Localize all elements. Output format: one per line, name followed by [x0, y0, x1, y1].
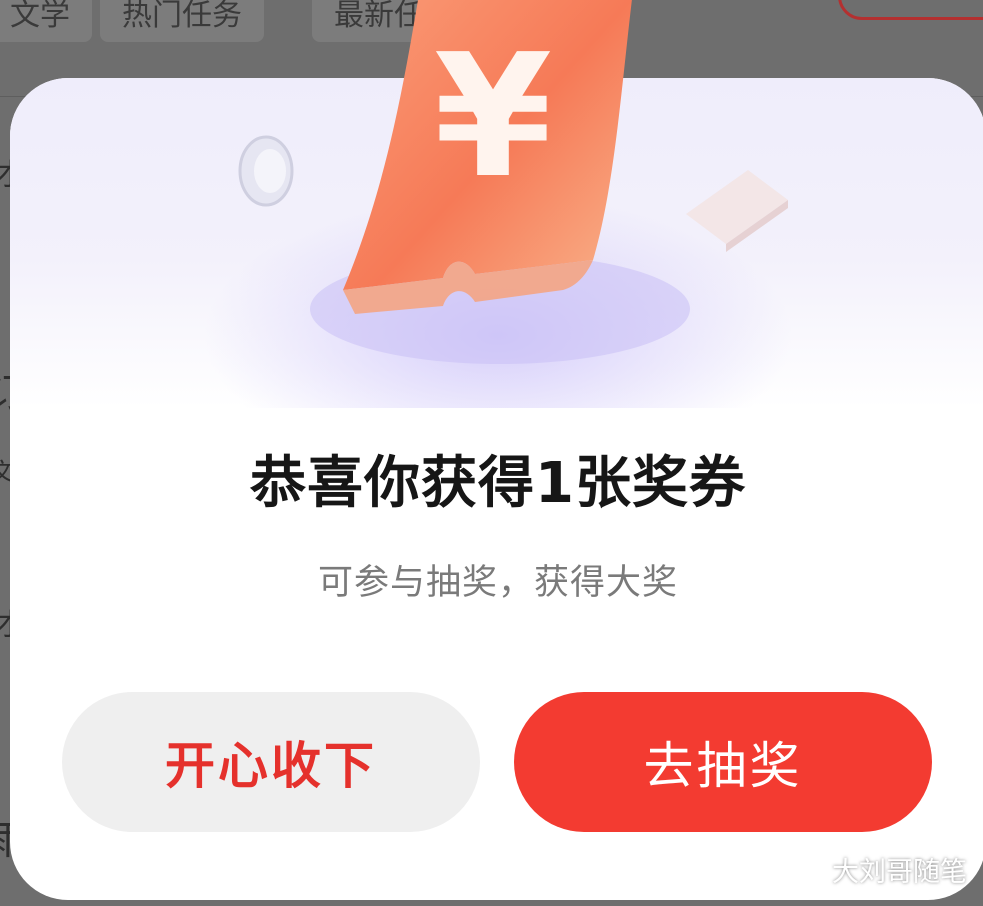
- bg-tab-literature: 文学: [0, 0, 92, 42]
- bg-tab-hot-tasks: 热门任务: [100, 0, 264, 42]
- watermark: 大刘哥随笔: [786, 850, 967, 889]
- wechat-icon: [786, 854, 824, 884]
- bg-outline-button: [838, 0, 983, 20]
- dialog-title: 恭喜你获得1张奖券: [250, 451, 746, 516]
- coin-icon: [238, 135, 294, 207]
- card-decoration: [686, 170, 788, 252]
- currency-symbol: ¥: [434, 18, 552, 216]
- go-draw-button[interactable]: 去抽奖: [514, 692, 932, 832]
- dialog-subtitle: 可参与抽奖，获得大奖: [317, 563, 678, 603]
- ticket-icon: ¥: [343, 0, 632, 314]
- watermark-text: 大刘哥随笔: [832, 857, 967, 888]
- accept-button[interactable]: 开心收下: [62, 692, 480, 832]
